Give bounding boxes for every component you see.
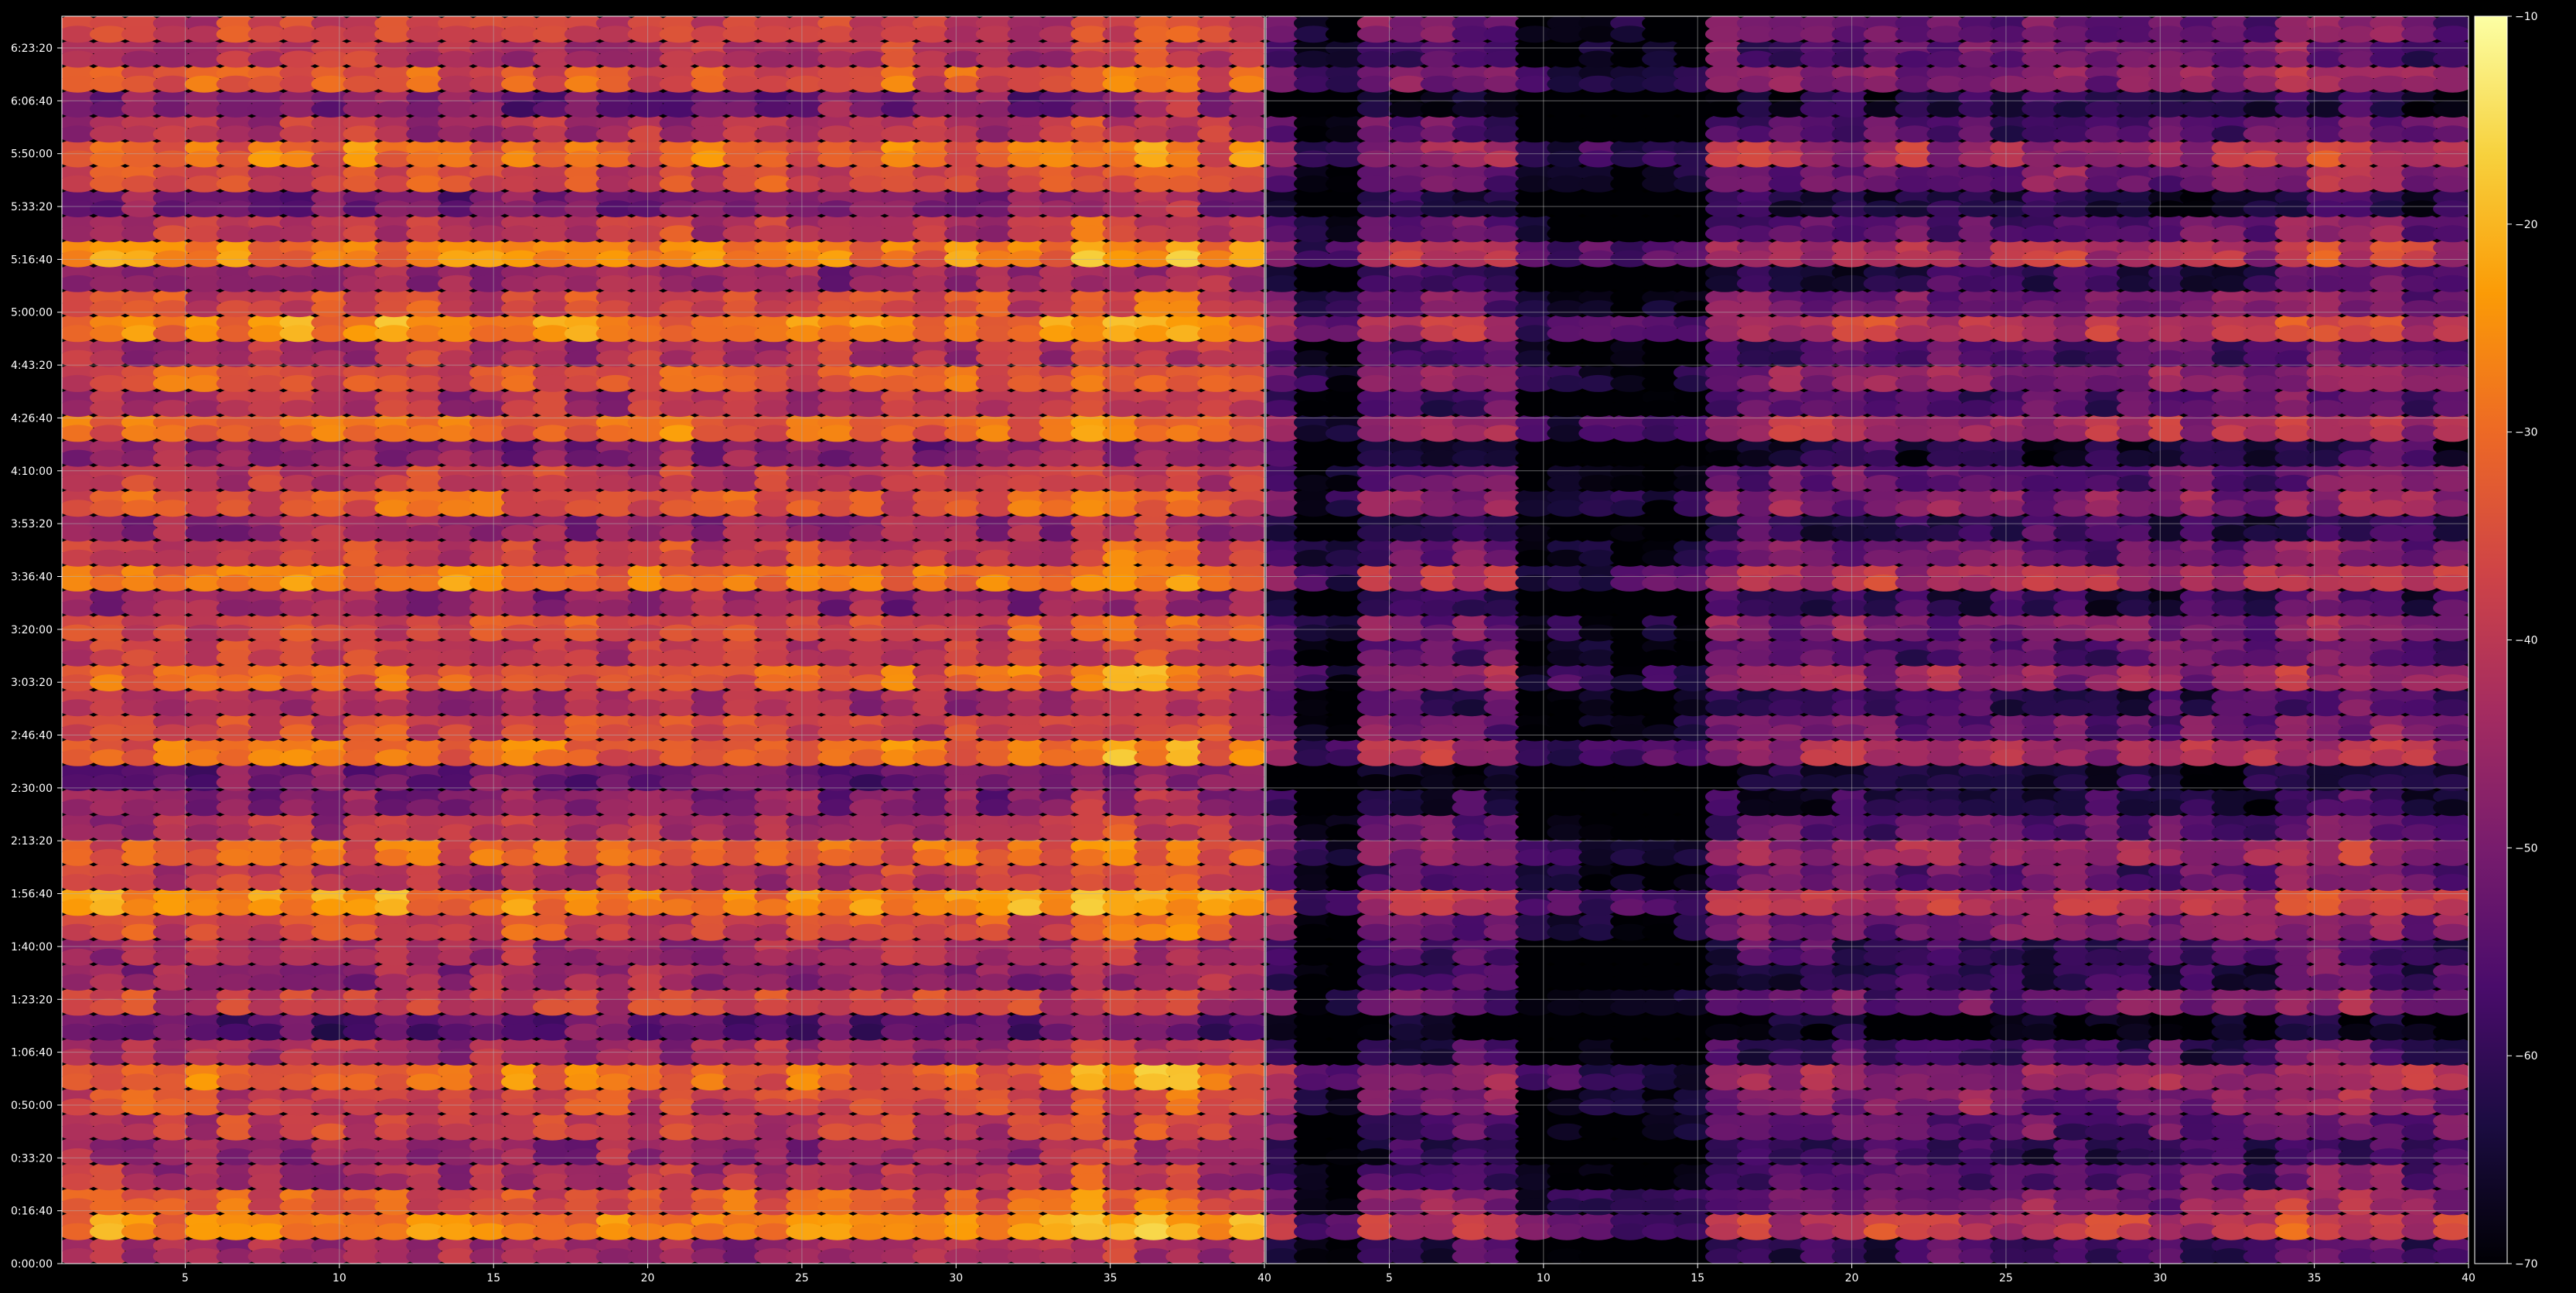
heatmap-cell <box>1229 101 1264 118</box>
heatmap-cell <box>1229 449 1264 467</box>
heatmap-cell <box>1229 998 1264 1016</box>
heatmap-cell <box>1229 374 1264 392</box>
spectrogram-chart: 0:00:000:16:400:33:200:50:001:06:401:23:… <box>0 0 2576 1293</box>
heatmap-cell <box>1229 1098 1264 1116</box>
heatmap-cell <box>2433 1248 2469 1264</box>
heatmap-cell <box>1229 75 1264 93</box>
heatmap-cell <box>1229 1048 1264 1066</box>
heatmap-cell <box>2433 1223 2469 1240</box>
heatmap-cell <box>2433 1073 2469 1091</box>
heatmap-cell <box>2433 1123 2469 1141</box>
heatmap-cell <box>1229 599 1264 617</box>
heatmap-cell <box>1229 50 1264 68</box>
heatmap-cell <box>2433 899 2469 916</box>
heatmap-cell <box>2433 974 2469 991</box>
heatmap-cell <box>1229 350 1264 367</box>
heatmap-cell <box>1229 500 1264 517</box>
heatmap-cell <box>1229 574 1264 592</box>
heatmap-cell <box>2433 998 2469 1016</box>
heatmap-cell <box>1229 948 1264 966</box>
heatmap-cell <box>1229 774 1264 791</box>
heatmap-cell <box>1229 749 1264 766</box>
heatmap-cell <box>1229 1223 1264 1240</box>
heatmap-cell <box>1229 848 1264 866</box>
heatmap-cell <box>1229 175 1264 193</box>
heatmap-cell <box>1229 799 1264 817</box>
heatmap-cell <box>1229 923 1264 941</box>
heatmap-cell <box>1229 674 1264 691</box>
heatmap-cell <box>1229 275 1264 292</box>
heatmap-cell <box>1229 400 1264 418</box>
heatmap-cell <box>1229 26 1264 43</box>
heatmap-cell <box>1229 524 1264 542</box>
heatmap-cell <box>1229 1073 1264 1091</box>
heatmap-cell <box>2433 1148 2469 1165</box>
heatmap-cell <box>1229 325 1264 343</box>
heatmap-cell <box>1229 549 1264 567</box>
heatmap-cell <box>2433 948 2469 966</box>
heatmap-cell <box>1229 1148 1264 1165</box>
heatmap-cell <box>1229 150 1264 168</box>
heatmap-cell <box>1229 874 1264 892</box>
heatmap-cell <box>2433 1048 2469 1066</box>
heatmap-cell <box>1229 899 1264 916</box>
heatmap-cell <box>1229 699 1264 717</box>
heatmap-cell <box>1229 1198 1264 1216</box>
heatmap-cell <box>2433 1198 2469 1216</box>
heatmap-cell <box>1229 474 1264 492</box>
heatmap-cell <box>2433 923 2469 941</box>
heatmap-cell <box>2433 1023 2469 1041</box>
heatmap-cell <box>1229 250 1264 268</box>
heatmap-cell <box>1229 824 1264 841</box>
heatmap-cell <box>1229 200 1264 217</box>
heatmap-cell <box>1229 1173 1264 1191</box>
heatmap-cell <box>1229 300 1264 318</box>
heatmap-cell <box>1229 425 1264 442</box>
heatmap-cell <box>1229 125 1264 143</box>
heatmap-cell <box>2433 1098 2469 1116</box>
heatmap-cell <box>1229 1248 1264 1264</box>
heatmap-cell <box>2433 1173 2469 1191</box>
heatmap-cell <box>1229 724 1264 742</box>
heatmap-cell <box>1229 1123 1264 1141</box>
heatmap-cell <box>1229 974 1264 991</box>
heatmap-cell <box>1229 225 1264 243</box>
heatmap-cell <box>1229 1023 1264 1041</box>
heatmap-cell <box>1229 649 1264 667</box>
heatmap-cell <box>1229 624 1264 642</box>
